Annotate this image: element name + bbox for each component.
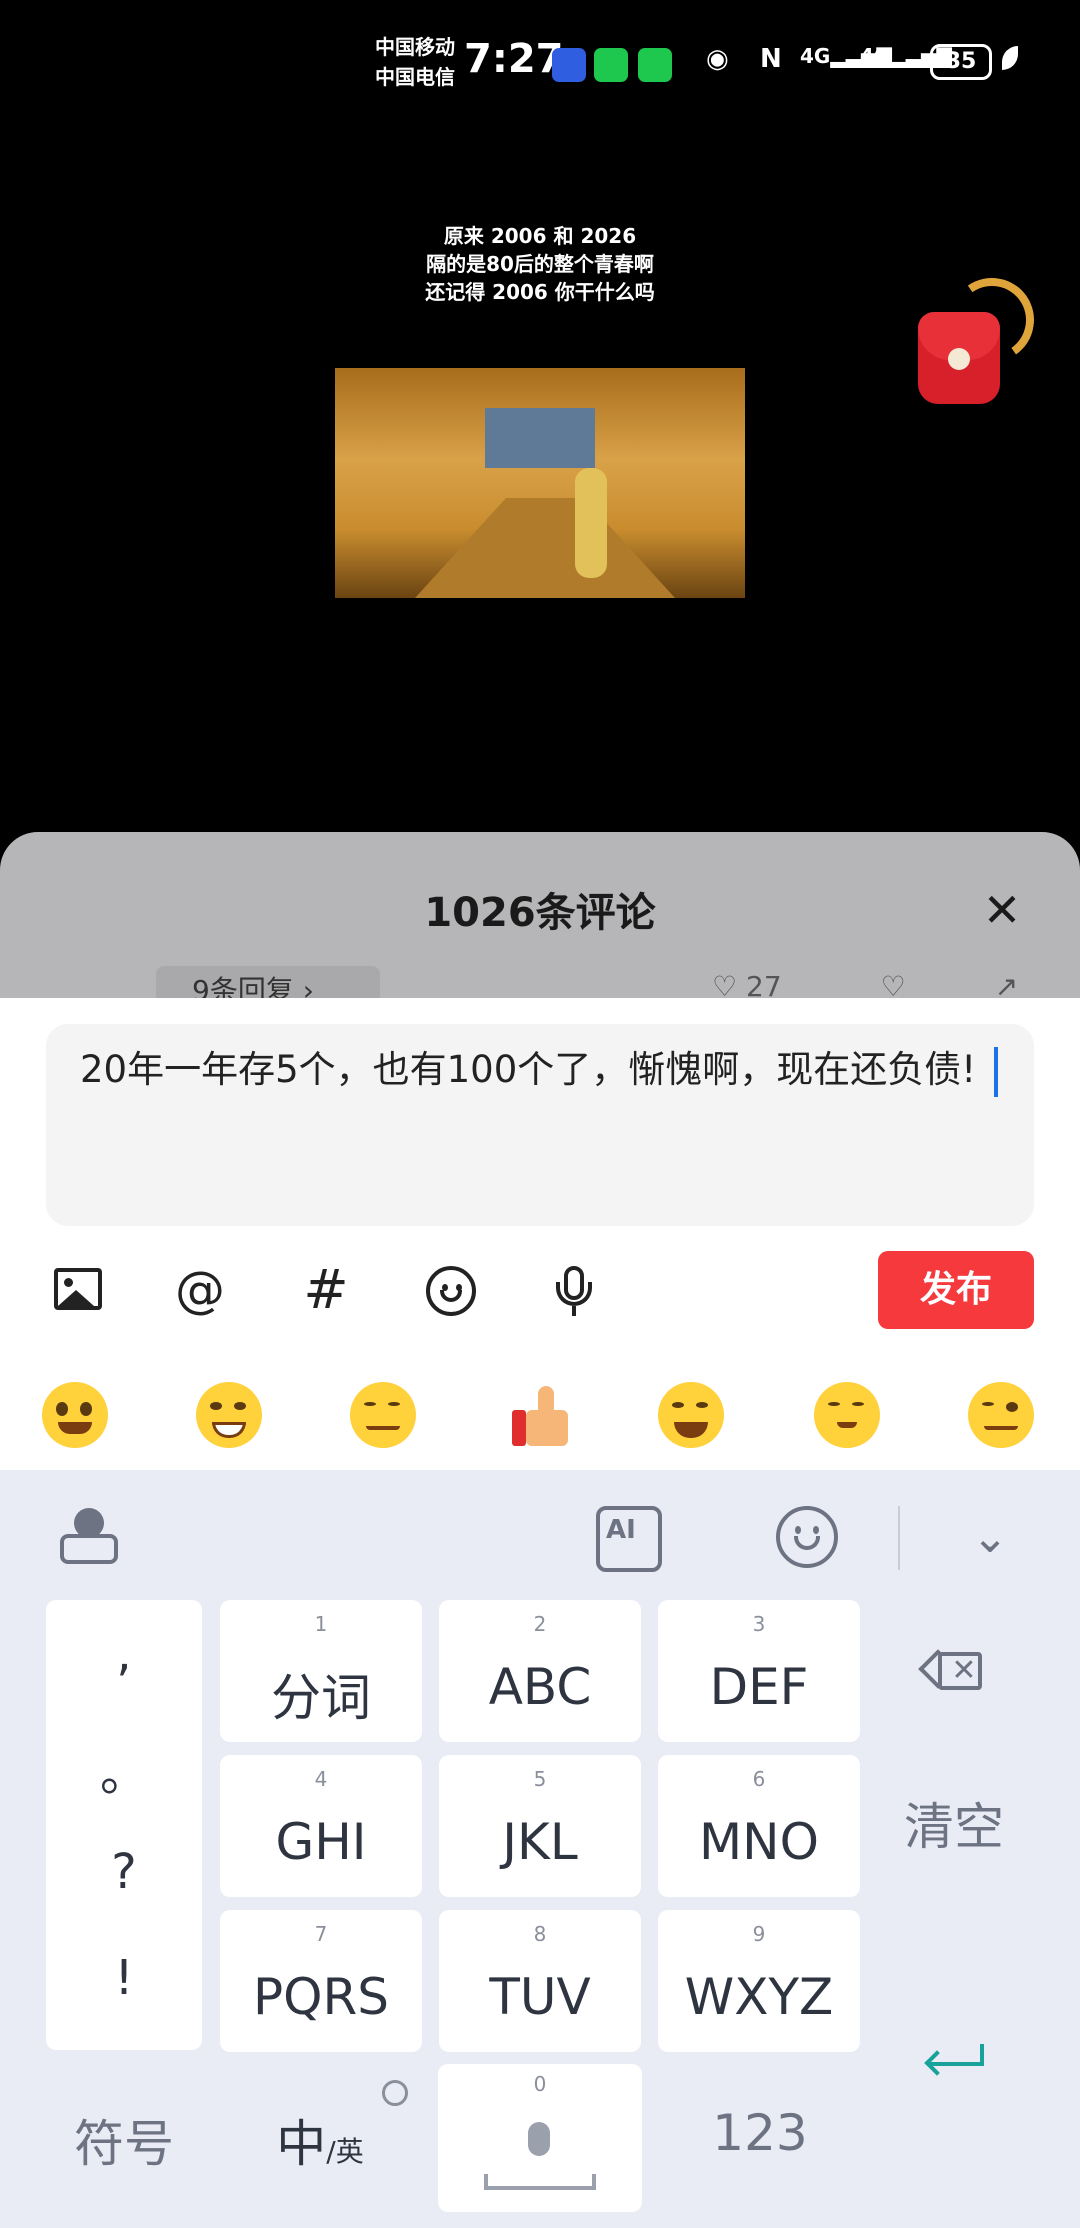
hashtag-icon[interactable]: # xyxy=(296,1260,356,1320)
comment-actions: ♡ 27 ♡ ↗ xyxy=(712,970,1018,998)
key-6[interactable]: 6 MNO xyxy=(658,1755,860,1897)
key-8[interactable]: 8 TUV xyxy=(439,1910,641,2052)
emoji-thinking[interactable] xyxy=(968,1382,1034,1448)
close-icon[interactable]: ✕ xyxy=(976,887,1028,933)
microphone-icon[interactable] xyxy=(544,1260,604,1320)
key-9-num: 9 xyxy=(752,1922,766,1946)
publish-button[interactable]: 发布 xyxy=(878,1251,1034,1329)
key-1[interactable]: 1 分词 xyxy=(220,1600,422,1742)
language-alt: /英 xyxy=(326,2135,364,2168)
clock: 7:27 xyxy=(464,36,564,82)
battery-indicator: 35 xyxy=(930,44,992,80)
key-2-num: 2 xyxy=(533,1612,547,1636)
wechat-notification-icon-2 xyxy=(638,48,672,82)
status-bar: 中国移动 中国电信 7:27 ◉ N 4G▂▃▅▇ 4G▂▃▅▇ 35 xyxy=(0,0,1080,120)
emoji-shy[interactable] xyxy=(814,1382,880,1448)
emoji-smile[interactable] xyxy=(42,1382,108,1448)
ai-write-icon[interactable]: AI xyxy=(596,1506,662,1572)
nfc-icon: N xyxy=(760,44,782,74)
punct-period[interactable]: 。 xyxy=(46,1734,202,1804)
key-8-num: 8 xyxy=(533,1922,547,1946)
like-count: 27 xyxy=(746,970,782,998)
key-6-label: MNO xyxy=(699,1813,819,1871)
space-num: 0 xyxy=(533,2072,547,2096)
numbers-key[interactable]: 123 xyxy=(680,2104,840,2162)
key-7-num: 7 xyxy=(314,1922,328,1946)
space-key[interactable]: 0 xyxy=(438,2064,642,2212)
punctuation-key[interactable]: , 。 ? ! xyxy=(46,1600,202,2050)
key-5[interactable]: 5 JKL xyxy=(439,1755,641,1897)
comment-input-text[interactable]: 20年一年存5个，也有100个了，惭愧啊，现在还负债! xyxy=(80,1040,1000,1100)
emoji-icon[interactable] xyxy=(420,1260,480,1320)
globe-icon xyxy=(382,2080,408,2106)
key-3[interactable]: 3 DEF xyxy=(658,1600,860,1742)
carrier-2: 中国电信 xyxy=(375,65,455,89)
language-main: 中 xyxy=(276,2115,327,2173)
eco-leaf-icon xyxy=(1002,46,1018,70)
video-frame[interactable] xyxy=(335,368,745,598)
red-packet-icon[interactable] xyxy=(918,312,1000,404)
video-caption-line-1: 原来 2006 和 2026 xyxy=(443,224,637,248)
key-7[interactable]: 7 PQRS xyxy=(220,1910,422,2052)
wechat-notification-icon xyxy=(594,48,628,82)
emoji-annoyed[interactable] xyxy=(350,1382,416,1448)
clear-button[interactable]: 清空 xyxy=(880,1792,1028,1862)
text-caret xyxy=(994,1046,999,1097)
enter-icon[interactable] xyxy=(924,2036,986,2076)
share-icon[interactable]: ↗ xyxy=(995,970,1018,998)
dislike-icon[interactable]: ♡ xyxy=(881,970,906,998)
video-caption-line-2: 隔的是80后的整个青春啊 xyxy=(426,252,654,276)
punct-comma[interactable]: , xyxy=(46,1626,202,1682)
key-2[interactable]: 2 ABC xyxy=(439,1600,641,1742)
toolbar-divider xyxy=(898,1506,900,1570)
key-3-num: 3 xyxy=(752,1612,766,1636)
emoji-thumbs-up[interactable] xyxy=(512,1386,570,1446)
emoji-laugh-tears[interactable] xyxy=(658,1382,724,1448)
mention-icon[interactable]: @ xyxy=(170,1260,230,1320)
chevron-down-icon[interactable]: ⌄ xyxy=(960,1508,1020,1568)
like-icon[interactable]: ♡ xyxy=(712,970,737,998)
key-6-num: 6 xyxy=(752,1767,766,1791)
red-packet-seal xyxy=(948,348,970,370)
language-toggle-key[interactable]: 中/英 xyxy=(250,2104,390,2176)
voice-input-icon xyxy=(528,2122,550,2156)
key-5-num: 5 xyxy=(533,1767,547,1791)
emoji-grin[interactable] xyxy=(196,1382,262,1448)
key-8-label: TUV xyxy=(489,1968,591,2026)
key-1-label: 分词 xyxy=(271,1669,371,1727)
comments-title: 1026条评论 xyxy=(424,890,656,936)
symbols-key[interactable]: 符号 xyxy=(46,2104,202,2176)
video-tunnel-floor xyxy=(415,498,675,598)
carrier-1: 中国移动 xyxy=(375,35,455,59)
keyboard-emoji-icon[interactable] xyxy=(776,1506,838,1568)
key-4[interactable]: 4 GHI xyxy=(220,1755,422,1897)
space-bar-icon xyxy=(484,2174,596,2190)
key-4-label: GHI xyxy=(275,1813,367,1871)
key-4-num: 4 xyxy=(314,1767,328,1791)
punct-question[interactable]: ? xyxy=(46,1844,202,1900)
key-5-label: JKL xyxy=(502,1813,578,1871)
key-7-label: PQRS xyxy=(253,1968,389,2026)
key-1-num: 1 xyxy=(314,1612,328,1636)
video-person xyxy=(575,468,607,578)
key-3-label: DEF xyxy=(709,1658,809,1716)
video-tunnel-exit xyxy=(485,408,595,468)
key-9-label: WXYZ xyxy=(684,1968,834,2026)
eye-icon: ◉ xyxy=(706,44,729,74)
qq-notification-icon xyxy=(552,48,586,82)
keyboard-switch-icon[interactable] xyxy=(56,1506,122,1572)
image-icon[interactable] xyxy=(48,1260,108,1320)
key-9[interactable]: 9 WXYZ xyxy=(658,1910,860,2052)
key-2-label: ABC xyxy=(488,1658,592,1716)
video-caption: 原来 2006 和 2026 隔的是80后的整个青春啊 还记得 2006 你干什… xyxy=(340,222,740,306)
screen: 中国移动 中国电信 7:27 ◉ N 4G▂▃▅▇ 4G▂▃▅▇ 35 原来 2… xyxy=(0,0,1080,2228)
carrier-info: 中国移动 中国电信 xyxy=(375,32,455,92)
backspace-icon[interactable]: ✕ xyxy=(918,1649,984,1692)
punct-exclaim[interactable]: ! xyxy=(46,1950,202,2006)
video-caption-line-3: 还记得 2006 你干什么吗 xyxy=(425,280,655,304)
